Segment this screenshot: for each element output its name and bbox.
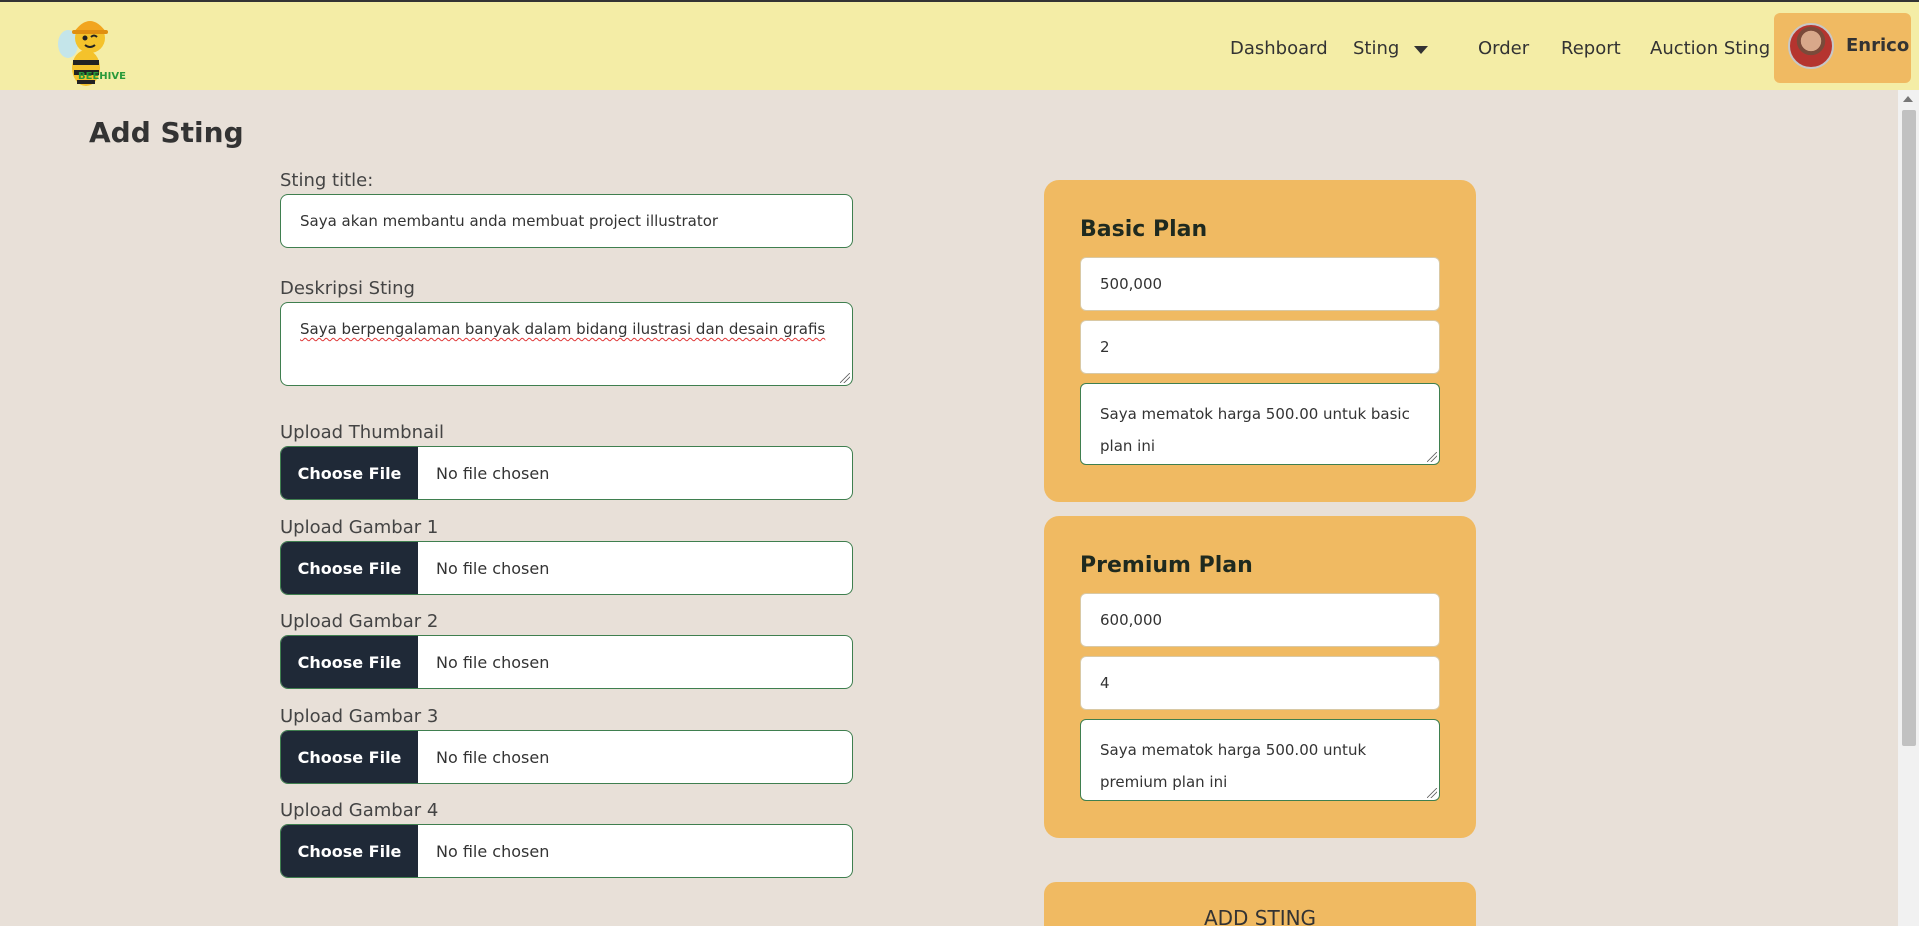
resize-handle-icon[interactable]: [1427, 452, 1437, 462]
sting-title-input[interactable]: Saya akan membantu anda membuat project …: [280, 194, 853, 248]
file-status: No file chosen: [436, 463, 550, 483]
upload-gambar-3-input[interactable]: Choose File No file chosen: [280, 730, 853, 784]
file-status: No file chosen: [436, 747, 550, 767]
user-profile-button[interactable]: Enrico: [1774, 13, 1911, 83]
plan-price-input[interactable]: 500,000: [1080, 257, 1440, 311]
plan-days-input[interactable]: 2: [1080, 320, 1440, 374]
upload-thumbnail-input[interactable]: Choose File No file chosen: [280, 446, 853, 500]
nav-sting[interactable]: Sting: [1353, 38, 1399, 59]
description-label: Deskripsi Sting: [280, 278, 415, 299]
nav-auction-sting[interactable]: Auction Sting: [1650, 38, 1770, 59]
plan-title: Basic Plan: [1080, 217, 1208, 242]
file-status: No file chosen: [436, 558, 550, 578]
file-status: No file chosen: [436, 652, 550, 672]
plan-price-value: 600,000: [1100, 611, 1163, 629]
user-name: Enrico: [1846, 35, 1910, 56]
chevron-down-icon[interactable]: [1414, 46, 1428, 54]
add-sting-button[interactable]: ADD STING: [1044, 882, 1476, 926]
choose-file-button[interactable]: Choose File: [281, 447, 418, 499]
plan-days-value: 4: [1100, 674, 1110, 692]
description-value: Saya berpengalaman banyak dalam bidang i…: [300, 320, 826, 338]
scroll-up-icon[interactable]: [1903, 96, 1913, 102]
upload-gambar-4-label: Upload Gambar 4: [280, 800, 439, 821]
plan-description-textarea[interactable]: Saya mematok harga 500.00 untuk basic pl…: [1080, 383, 1440, 465]
premium-plan-card: Premium Plan 600,000 4 Saya mematok harg…: [1044, 516, 1476, 838]
description-textarea[interactable]: Saya berpengalaman banyak dalam bidang i…: [280, 302, 853, 386]
upload-gambar-3-label: Upload Gambar 3: [280, 706, 439, 727]
logo-text: BEEHIVE: [78, 71, 126, 82]
resize-handle-icon[interactable]: [840, 373, 850, 383]
nav-order[interactable]: Order: [1478, 38, 1529, 59]
scrollbar-thumb[interactable]: [1902, 110, 1916, 746]
navbar: BEEHIVE Dashboard Sting Order Report Auc…: [0, 0, 1919, 90]
plan-description-value: Saya mematok harga 500.00 untuk basic pl…: [1100, 405, 1410, 455]
nav-report[interactable]: Report: [1561, 38, 1621, 59]
upload-gambar-2-input[interactable]: Choose File No file chosen: [280, 635, 853, 689]
upload-gambar-4-input[interactable]: Choose File No file chosen: [280, 824, 853, 878]
choose-file-button[interactable]: Choose File: [281, 731, 418, 783]
upload-thumbnail-label: Upload Thumbnail: [280, 422, 445, 443]
nav-dashboard[interactable]: Dashboard: [1230, 38, 1328, 59]
upload-gambar-2-label: Upload Gambar 2: [280, 611, 439, 632]
upload-gambar-1-input[interactable]: Choose File No file chosen: [280, 541, 853, 595]
basic-plan-card: Basic Plan 500,000 2 Saya mematok harga …: [1044, 180, 1476, 502]
choose-file-button[interactable]: Choose File: [281, 825, 418, 877]
resize-handle-icon[interactable]: [1427, 788, 1437, 798]
page-title: Add Sting: [89, 116, 244, 149]
choose-file-button[interactable]: Choose File: [281, 542, 418, 594]
sting-title-value: Saya akan membantu anda membuat project …: [300, 212, 719, 230]
plan-price-input[interactable]: 600,000: [1080, 593, 1440, 647]
plan-price-value: 500,000: [1100, 275, 1163, 293]
plan-title: Premium Plan: [1080, 553, 1253, 578]
sting-title-label: Sting title:: [280, 170, 374, 191]
avatar: [1788, 23, 1834, 69]
plan-days-input[interactable]: 4: [1080, 656, 1440, 710]
plan-days-value: 2: [1100, 338, 1110, 356]
file-status: No file chosen: [436, 841, 550, 861]
choose-file-button[interactable]: Choose File: [281, 636, 418, 688]
upload-gambar-1-label: Upload Gambar 1: [280, 517, 439, 538]
plan-description-textarea[interactable]: Saya mematok harga 500.00 untuk premium …: [1080, 719, 1440, 801]
plan-description-value: Saya mematok harga 500.00 untuk premium …: [1100, 741, 1367, 791]
